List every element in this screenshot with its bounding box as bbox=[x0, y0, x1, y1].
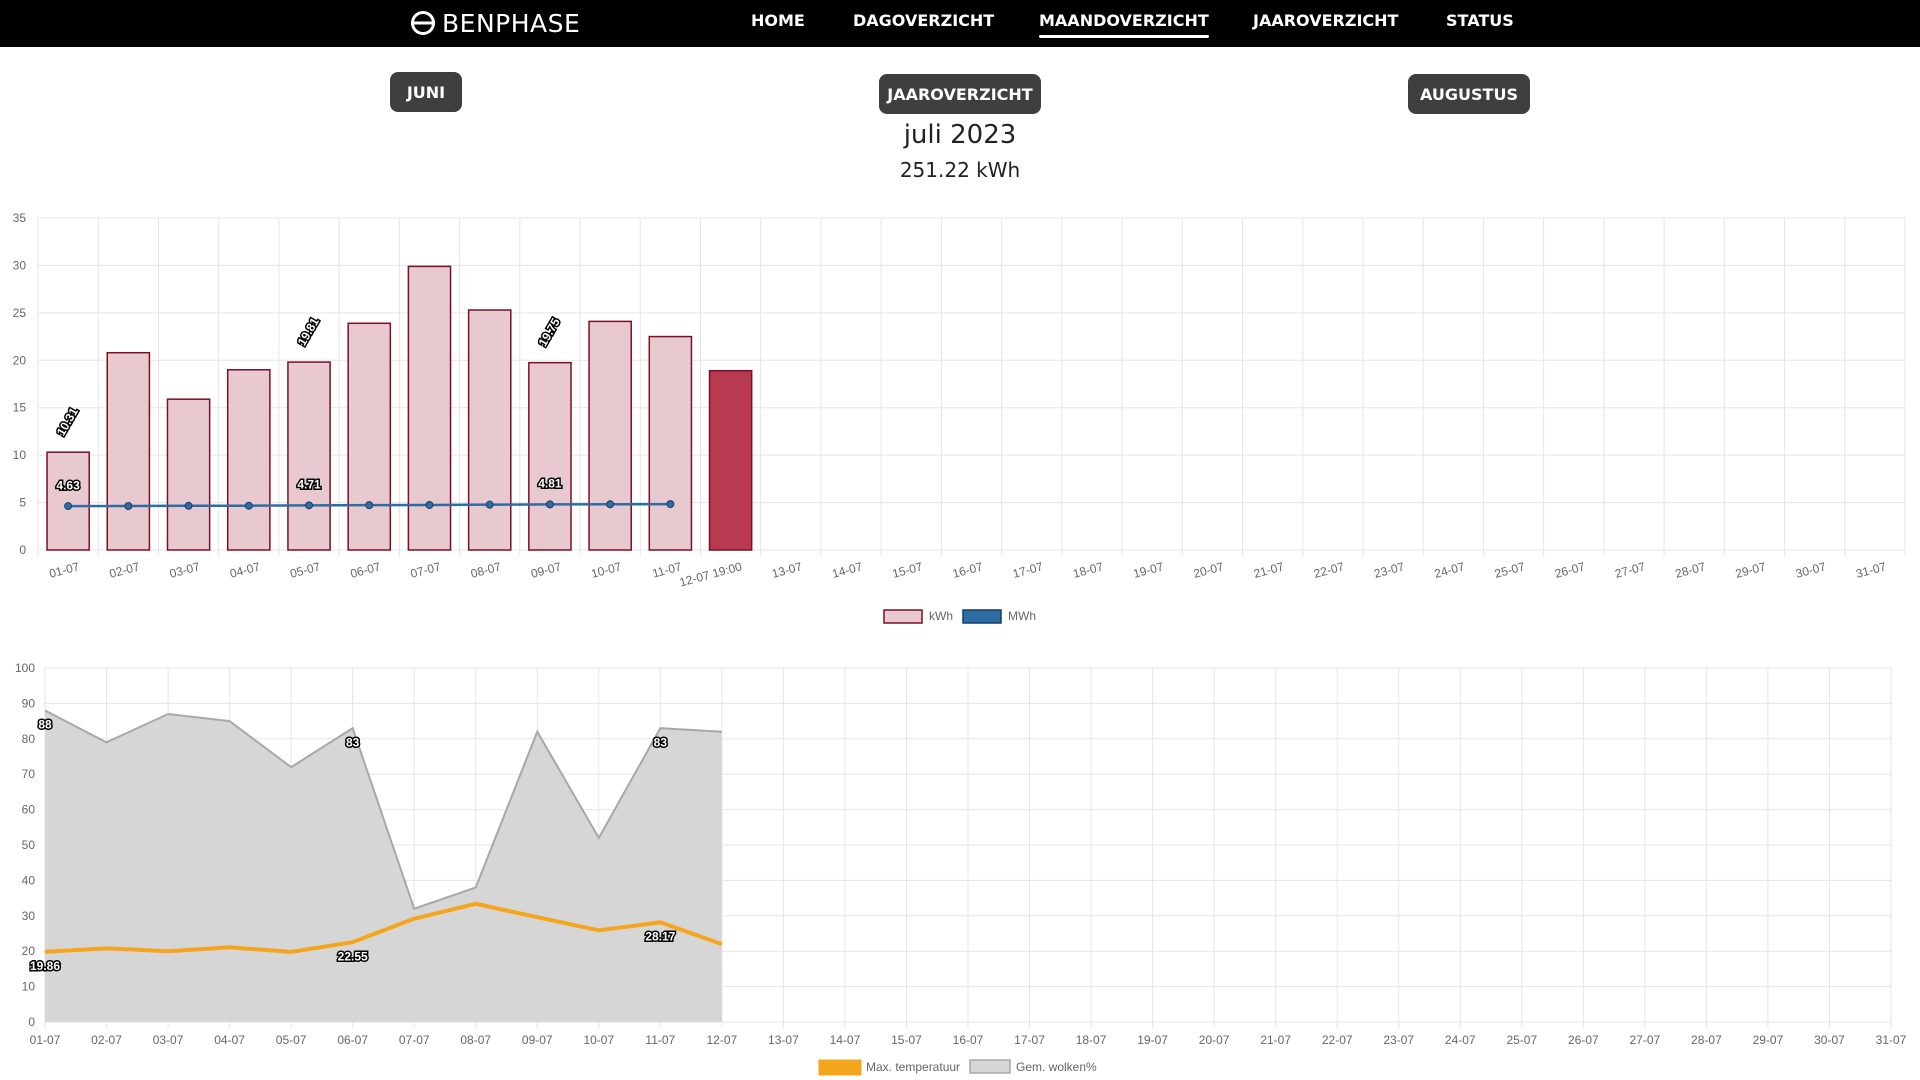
y-tick-label: 10 bbox=[22, 980, 36, 994]
x-tick-label: 17-07 bbox=[1014, 1033, 1045, 1047]
x-tick-label: 02-07 bbox=[91, 1033, 122, 1047]
x-tick-label: 15-07 bbox=[891, 1033, 922, 1047]
x-tick-label: 16-07 bbox=[953, 1033, 984, 1047]
x-tick-label: 20-07 bbox=[1199, 1033, 1230, 1047]
x-tick-label: 18-07 bbox=[1076, 1033, 1107, 1047]
temperature-data-label: 28.17 bbox=[645, 929, 675, 943]
x-tick-label: 27-07 bbox=[1630, 1033, 1661, 1047]
cloud-data-label: 83 bbox=[654, 735, 668, 749]
x-tick-label: 23-07 bbox=[1383, 1033, 1414, 1047]
x-tick-label: 05-07 bbox=[276, 1033, 307, 1047]
y-tick-label: 0 bbox=[28, 1015, 35, 1029]
x-tick-label: 10-07 bbox=[583, 1033, 614, 1047]
x-tick-label: 07-07 bbox=[399, 1033, 430, 1047]
y-tick-label: 30 bbox=[22, 909, 36, 923]
temperature-data-label: 19.86 bbox=[30, 959, 60, 973]
x-tick-label: 01-07 bbox=[30, 1033, 61, 1047]
cloud-data-label: 83 bbox=[346, 735, 360, 749]
x-tick-label: 06-07 bbox=[337, 1033, 368, 1047]
y-tick-label: 20 bbox=[22, 944, 36, 958]
legend-swatch-temperature bbox=[818, 1059, 862, 1076]
x-tick-label: 26-07 bbox=[1568, 1033, 1599, 1047]
y-tick-label: 80 bbox=[22, 732, 36, 746]
x-tick-label: 31-07 bbox=[1876, 1033, 1907, 1047]
y-tick-label: 90 bbox=[22, 696, 36, 710]
x-tick-label: 09-07 bbox=[522, 1033, 553, 1047]
x-tick-label: 12-07 bbox=[707, 1033, 738, 1047]
weather-chart: 0 10 20 30 40 50 60 70 80 90 100 01-07 02-07 03-07 04-… bbox=[15, 661, 1907, 1076]
cloud-area bbox=[45, 710, 722, 1022]
legend-label-temperature: Max. temperatuur bbox=[866, 1060, 960, 1074]
x-tick-label: 28-07 bbox=[1691, 1033, 1722, 1047]
temperature-data-label: 22.55 bbox=[338, 949, 368, 963]
x-tick-label: 24-07 bbox=[1445, 1033, 1476, 1047]
x-tick-label: 29-07 bbox=[1753, 1033, 1784, 1047]
x-tick-label: 13-07 bbox=[768, 1033, 799, 1047]
legend-label-cloud: Gem. wolken% bbox=[1016, 1060, 1097, 1074]
y-tick-label: 70 bbox=[22, 767, 36, 781]
x-tick-label: 04-07 bbox=[214, 1033, 245, 1047]
y-tick-label: 40 bbox=[22, 873, 36, 887]
x-tick-label: 11-07 bbox=[645, 1033, 675, 1047]
cloud-data-label: 88 bbox=[38, 718, 52, 732]
x-tick-label: 14-07 bbox=[830, 1033, 861, 1047]
x-tick-label: 03-07 bbox=[153, 1033, 184, 1047]
y-tick-label: 50 bbox=[22, 838, 36, 852]
y-tick-label: 60 bbox=[22, 803, 36, 817]
x-tick-label: 30-07 bbox=[1814, 1033, 1845, 1047]
x-tick-label: 22-07 bbox=[1322, 1033, 1353, 1047]
y-tick-label: 100 bbox=[15, 661, 35, 675]
legend-swatch-cloud bbox=[969, 1059, 1011, 1074]
x-tick-label: 25-07 bbox=[1506, 1033, 1537, 1047]
x-tick-label: 08-07 bbox=[460, 1033, 491, 1047]
x-tick-label: 19-07 bbox=[1137, 1033, 1168, 1047]
x-tick-label: 21-07 bbox=[1260, 1033, 1291, 1047]
